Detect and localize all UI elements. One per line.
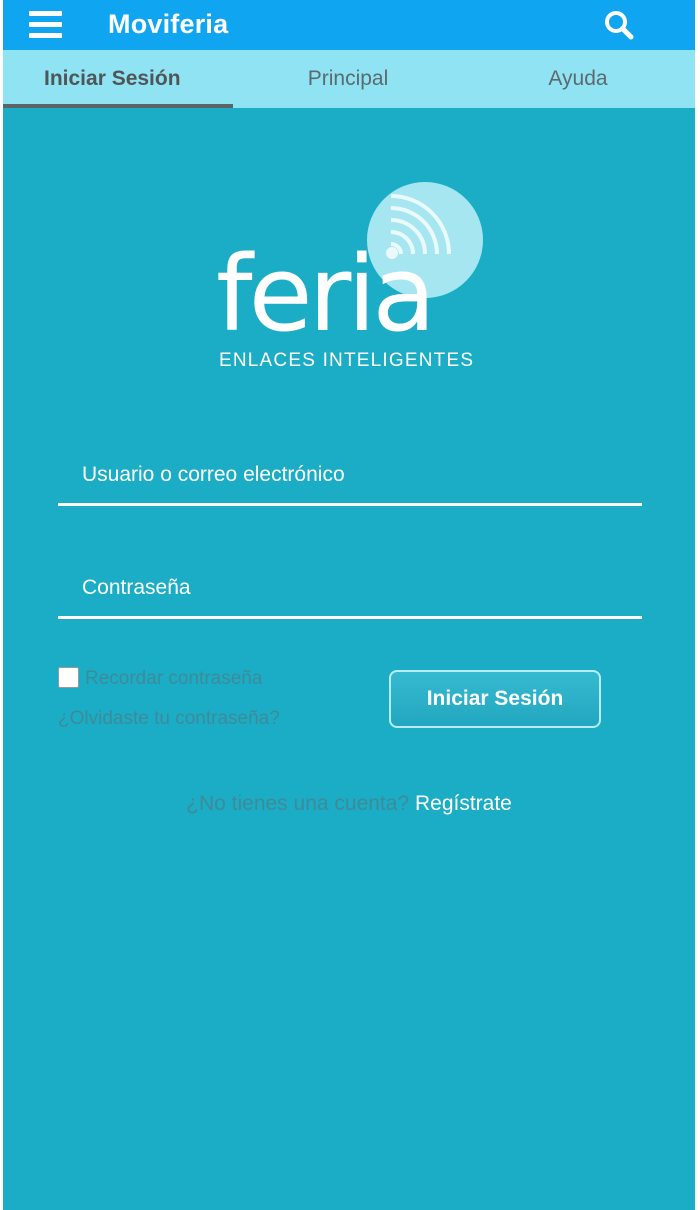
logo-tagline: ENLACES INTELIGENTES: [219, 350, 474, 371]
tab-principal[interactable]: Principal: [233, 50, 463, 108]
remember-password-checkbox[interactable]: [58, 666, 79, 688]
username-input[interactable]: [58, 446, 642, 503]
password-field: [58, 559, 642, 619]
signup-link[interactable]: Regístrate: [415, 792, 512, 815]
signup-question: ¿No tienes una cuenta?: [186, 792, 410, 815]
feria-logo: feria ENLACES INTELIGENTES: [216, 182, 483, 371]
search-icon[interactable]: [601, 7, 637, 43]
remember-password: Recordar contraseña: [58, 664, 262, 690]
login-button[interactable]: Iniciar Sesión: [389, 670, 601, 728]
logo-wordmark: feria: [216, 233, 432, 355]
remember-password-label[interactable]: Recordar contraseña: [85, 668, 262, 690]
forgot-password-link[interactable]: ¿Olvidaste tu contraseña?: [58, 708, 280, 730]
tab-ayuda[interactable]: Ayuda: [463, 50, 693, 108]
tab-bar: Iniciar Sesión Principal Ayuda: [3, 50, 695, 108]
login-screen: feria ENLACES INTELIGENTES Recordar cont…: [3, 108, 695, 1210]
signup-prompt: ¿No tienes una cuenta? Regístrate: [3, 792, 695, 816]
app-bar: Moviferia: [3, 0, 695, 50]
app-title: Moviferia: [108, 9, 229, 39]
tab-iniciar-sesion[interactable]: Iniciar Sesión: [3, 50, 233, 108]
username-field: [58, 446, 642, 506]
password-input[interactable]: [58, 559, 642, 616]
hamburger-menu-icon[interactable]: [29, 9, 65, 41]
